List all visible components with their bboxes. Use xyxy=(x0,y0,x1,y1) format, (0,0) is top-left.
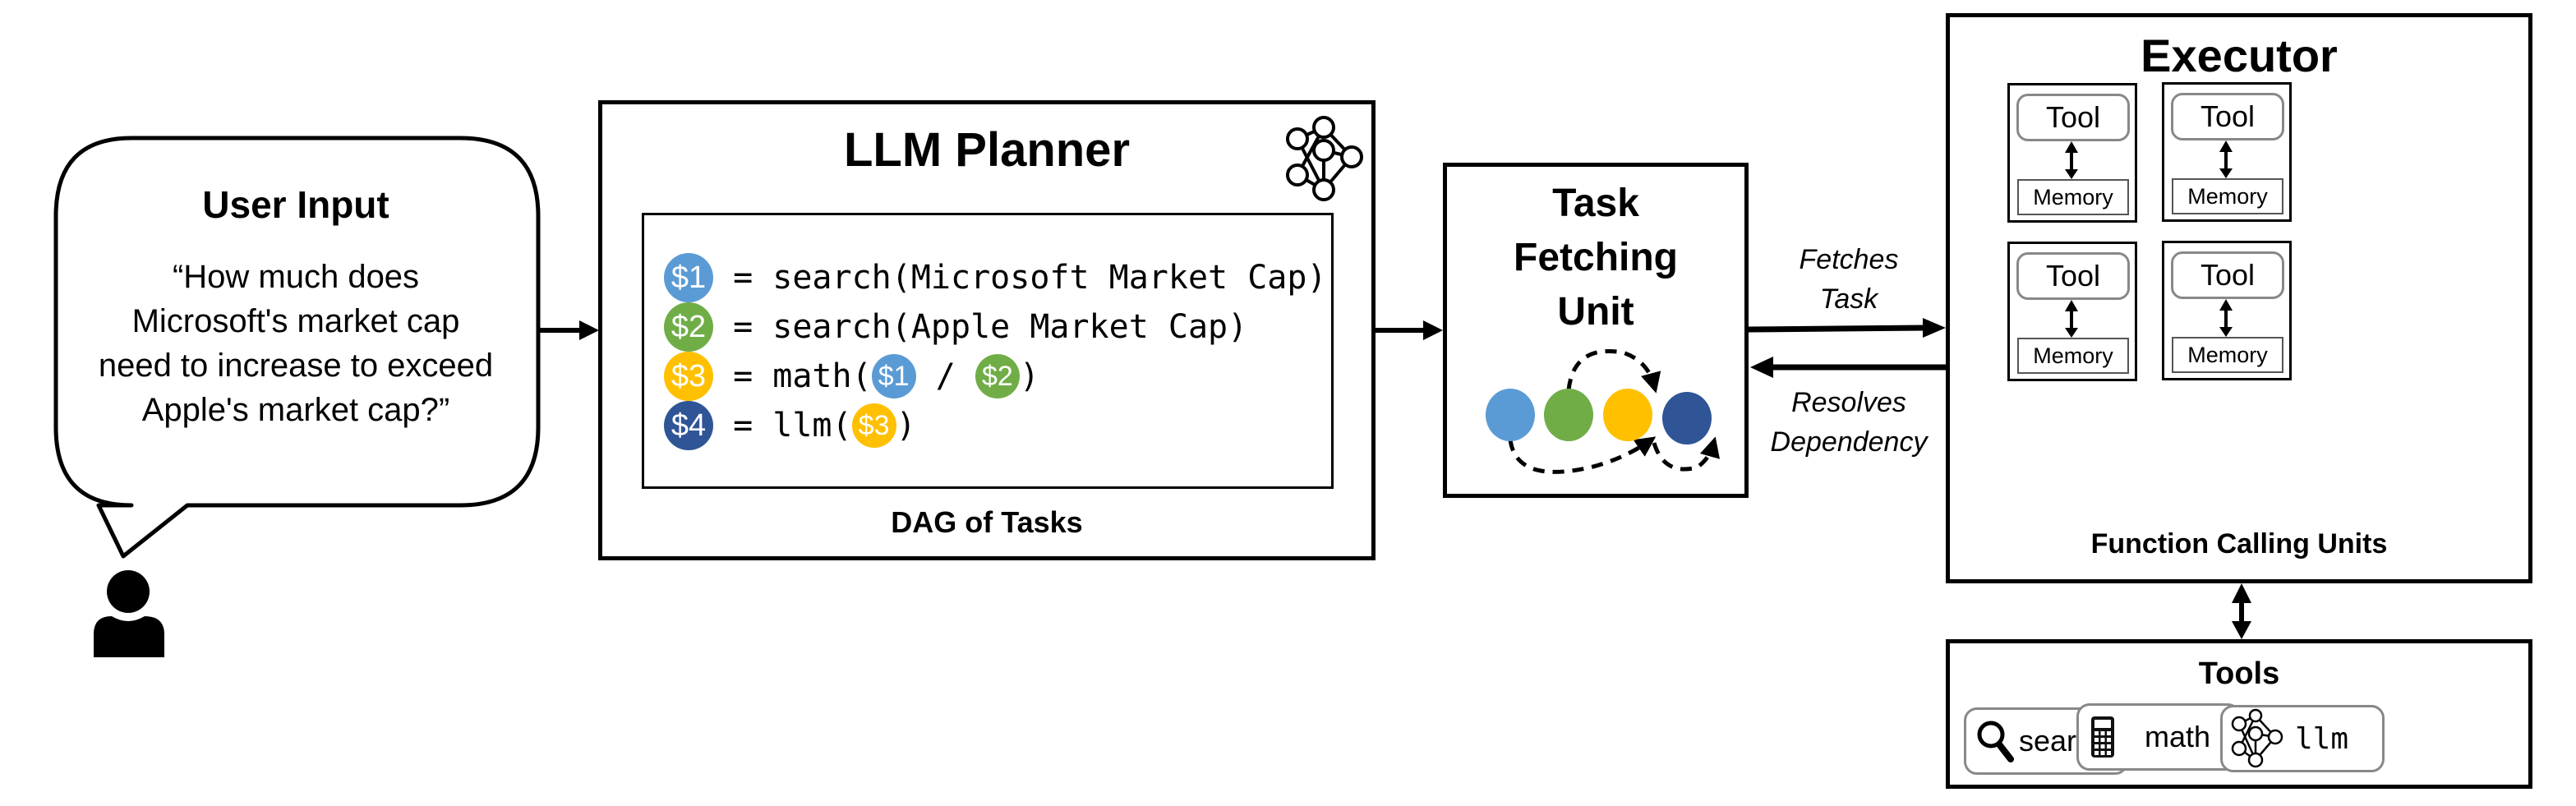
query-line: “How much does xyxy=(172,259,420,295)
query-line: Microsoft's market cap xyxy=(131,303,460,339)
query-line: Apple's market cap?” xyxy=(141,392,450,428)
dependency-badge: $3 xyxy=(851,403,896,448)
task-expression: = llm( xyxy=(713,407,852,444)
task-var-badge: $4 xyxy=(664,401,713,450)
dag-line: $1 = search(Microsoft Market Cap) xyxy=(664,253,1327,302)
calculator-icon xyxy=(2091,716,2114,758)
tfu-title: Task Fetching Unit xyxy=(1447,177,1744,339)
close-paren: ) xyxy=(896,407,916,444)
operator: / xyxy=(915,357,975,395)
dependency-badge: $2 xyxy=(975,354,1020,398)
user-input-title: User Input xyxy=(202,183,389,226)
tools-title: Tools xyxy=(2198,656,2280,691)
function-calling-unit: Tool Memory xyxy=(2162,82,2292,222)
neural-network-icon xyxy=(2231,708,2283,768)
dependency-badge: $1 xyxy=(871,354,916,398)
arrow-user-to-planner xyxy=(540,320,599,340)
user-icon xyxy=(94,570,164,657)
function-calling-units-caption: Function Calling Units xyxy=(2090,528,2388,560)
task-node xyxy=(1486,389,1535,441)
memory-box: Memory xyxy=(2017,338,2129,374)
memory-box: Memory xyxy=(2172,178,2283,214)
task-var-badge: $1 xyxy=(664,253,713,302)
tfu-title-line: Unit xyxy=(1557,290,1634,334)
arrow-planner-to-fetcher xyxy=(1376,320,1443,340)
tfu-title-line: Task xyxy=(1552,182,1639,225)
bidirectional-arrow-icon xyxy=(2065,141,2078,179)
dependency-edge xyxy=(1508,436,1657,474)
label-line: Fetches xyxy=(1799,244,1899,275)
dag-caption: DAG of Tasks xyxy=(891,505,1083,539)
tool-box: Tool xyxy=(2016,94,2130,141)
tool-box: Tool xyxy=(2171,251,2284,299)
bidirectional-arrow-icon xyxy=(2219,140,2233,178)
label-line: Resolves xyxy=(1791,387,1906,418)
llm-planner: LLM Planner $1 = search(Microsoft Market… xyxy=(598,100,1376,560)
tool-math-chip: math xyxy=(2076,703,2241,771)
tool-box: Tool xyxy=(2016,252,2130,300)
memory-box: Memory xyxy=(2172,337,2283,373)
executor: Executor Tool Memory Tool Memory Tool Me… xyxy=(1946,13,2532,583)
dependency-edge xyxy=(1566,349,1661,394)
task-var-badge: $2 xyxy=(664,302,713,352)
arrow-fetches-task xyxy=(1748,318,1946,338)
tool-box: Tool xyxy=(2171,93,2284,140)
label-line: Dependency xyxy=(1770,426,1928,458)
bidirectional-arrow-icon xyxy=(2219,299,2233,337)
memory-box: Memory xyxy=(2017,179,2129,215)
dag-line: $3 = math( $1 / $2 ) xyxy=(664,352,1327,401)
task-node xyxy=(1603,389,1652,441)
function-calling-unit: Tool Memory xyxy=(2007,242,2137,381)
query-line: need to increase to exceed xyxy=(98,348,494,384)
task-node xyxy=(1662,392,1712,444)
function-calling-unit: Tool Memory xyxy=(2162,241,2292,380)
planner-title: LLM Planner xyxy=(843,123,1131,177)
dependency-edge xyxy=(1652,436,1721,472)
task-fetching-unit: Task Fetching Unit xyxy=(1443,163,1749,498)
tool-label: llm xyxy=(2295,721,2349,756)
task-node xyxy=(1544,389,1593,441)
task-expression: = search(Apple Market Cap) xyxy=(713,308,1248,346)
task-expression: = search(Microsoft Market Cap) xyxy=(713,259,1327,297)
search-icon xyxy=(1977,721,2014,762)
function-calling-unit: Tool Memory xyxy=(2007,83,2137,223)
bidirectional-arrow-icon xyxy=(2065,300,2078,338)
neural-network-icon xyxy=(1286,116,1363,201)
dag-line: $4 = llm( $3 ) xyxy=(664,401,1327,450)
arrow-resolves-dependency xyxy=(1750,357,1946,378)
tool-llm: llm xyxy=(2220,705,2385,772)
tfu-title-line: Fetching xyxy=(1514,236,1678,279)
arrow-executor-tools xyxy=(2232,583,2251,639)
tool-label: math xyxy=(2145,720,2211,753)
executor-title: Executor xyxy=(2141,30,2338,81)
task-expression: = math( xyxy=(713,357,872,395)
task-var-badge: $3 xyxy=(664,352,713,401)
user-query: “How much does Microsoft's market cap ne… xyxy=(66,255,526,432)
fetches-task-label: Fetches Task xyxy=(1758,240,1939,319)
dag-of-tasks: $1 = search(Microsoft Market Cap) $2 = s… xyxy=(642,213,1334,489)
dag-line: $2 = search(Apple Market Cap) xyxy=(664,302,1327,352)
resolves-dependency-label: Resolves Dependency xyxy=(1758,383,1939,462)
label-line: Task xyxy=(1819,283,1878,315)
dependency-graph xyxy=(1486,349,1721,474)
close-paren: ) xyxy=(1019,357,1039,395)
